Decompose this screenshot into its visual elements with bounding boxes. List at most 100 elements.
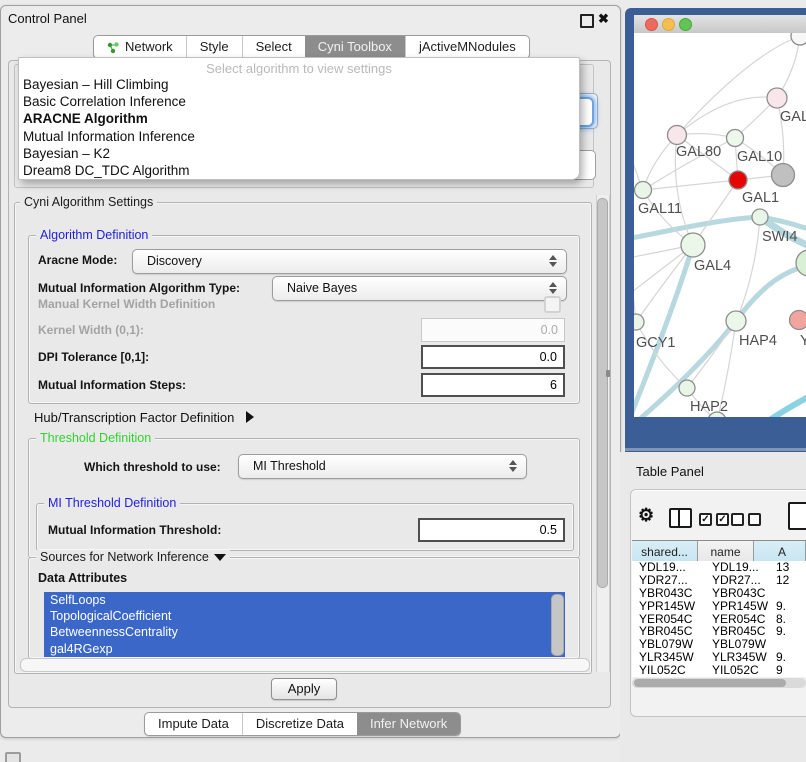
tab-infer-network[interactable]: Infer Network bbox=[357, 713, 460, 735]
table-row[interactable]: YIL052CYIL052C9 bbox=[632, 664, 806, 677]
network-edge[interactable] bbox=[677, 97, 777, 135]
network-edge[interactable] bbox=[762, 395, 806, 417]
mi-threshold-legend: MI Threshold Definition bbox=[44, 496, 180, 510]
node-label: HAP4 bbox=[739, 333, 777, 349]
minimize-traffic-light-icon[interactable] bbox=[662, 18, 675, 31]
column-header-partial[interactable]: A bbox=[754, 541, 806, 562]
table-row[interactable]: YBR045CYBR045C9. bbox=[632, 625, 806, 638]
network-node[interactable] bbox=[772, 164, 795, 187]
network-node-hap4[interactable] bbox=[726, 311, 746, 331]
which-threshold-combo[interactable]: MI Threshold bbox=[238, 454, 527, 479]
network-node-gal1[interactable] bbox=[729, 171, 747, 189]
sources-legend[interactable]: Sources for Network Inference bbox=[36, 550, 230, 564]
tab-select[interactable]: Select bbox=[242, 36, 305, 58]
attribute-item[interactable]: SelfLoops bbox=[44, 592, 565, 608]
algorithm-option[interactable]: Bayesian – Hill Climbing bbox=[19, 76, 579, 93]
table-panel-title: Table Panel bbox=[636, 464, 704, 479]
attributes-scrollbar-thumb[interactable] bbox=[551, 594, 564, 656]
table-cell: YDR27... bbox=[632, 574, 712, 587]
tab-impute-data[interactable]: Impute Data bbox=[145, 713, 242, 735]
network-node-gal80[interactable] bbox=[668, 126, 687, 145]
attribute-item[interactable]: gal4RGexp bbox=[44, 641, 565, 657]
mi-steps-label: Mutual Information Steps: bbox=[38, 378, 186, 392]
table-row[interactable]: YER054CYER054C8. bbox=[632, 613, 806, 626]
network-node[interactable] bbox=[791, 33, 806, 45]
table-row[interactable]: YDR27...YDR27...12 bbox=[632, 574, 806, 587]
table-row[interactable]: YBL079WYBL079W bbox=[632, 638, 806, 651]
network-node-gal10[interactable] bbox=[727, 130, 744, 147]
zoom-traffic-light-icon[interactable] bbox=[679, 18, 692, 31]
close-icon[interactable]: ✖ bbox=[598, 11, 609, 27]
tab-jactivemnodules[interactable]: jActiveMNodules bbox=[405, 36, 529, 58]
gear-icon[interactable]: ⚙ bbox=[638, 505, 654, 526]
tab-label: Style bbox=[200, 36, 229, 58]
node-label: GAL10 bbox=[737, 149, 782, 165]
algorithm-option[interactable]: ARACNE Algorithm bbox=[19, 110, 579, 127]
document-icon[interactable] bbox=[788, 502, 806, 530]
network-node-y[interactable] bbox=[790, 311, 806, 330]
network-edge[interactable] bbox=[636, 245, 693, 322]
aracne-mode-combo[interactable]: Discovery bbox=[132, 249, 567, 274]
tab-network[interactable]: Network bbox=[94, 36, 186, 58]
split-columns-icon[interactable] bbox=[669, 508, 692, 528]
collapsed-panel-icon[interactable] bbox=[5, 752, 21, 762]
hub-expand-arrow-icon[interactable] bbox=[246, 411, 254, 423]
manual-kernel-checkbox[interactable] bbox=[544, 296, 561, 313]
attribute-item[interactable]: BetweennessCentrality bbox=[44, 624, 565, 640]
panel-splitter-handle[interactable] bbox=[606, 370, 610, 377]
table-cell: 9 bbox=[776, 664, 806, 677]
kernel-width-field[interactable]: 0.0 bbox=[421, 318, 565, 342]
algorithm-option[interactable]: Dream8 DC_TDC Algorithm bbox=[19, 162, 579, 179]
table-cell: YIL052C bbox=[632, 664, 712, 677]
dpi-tolerance-field[interactable]: 0.0 bbox=[421, 345, 565, 369]
network-canvas[interactable]: GALGAL80GAL10GAL1GAL11SWI4GAL4GCY1HAP4YH… bbox=[634, 33, 806, 417]
node-label: SWI4 bbox=[762, 229, 797, 245]
table-row[interactable]: YLR345WYLR345W9. bbox=[632, 651, 806, 664]
table-row[interactable]: YDL19...YDL19...13 bbox=[632, 561, 806, 574]
hub-definition-label[interactable]: Hub/Transcription Factor Definition bbox=[34, 410, 254, 425]
table-cell bbox=[776, 587, 806, 600]
close-traffic-light-icon[interactable] bbox=[645, 18, 658, 31]
network-node-gal4[interactable] bbox=[681, 233, 705, 257]
table-row[interactable]: YBR043CYBR043C bbox=[632, 587, 806, 600]
network-node-swi4[interactable] bbox=[752, 209, 768, 225]
float-window-icon[interactable] bbox=[580, 14, 594, 28]
network-window-titlebar[interactable] bbox=[634, 15, 806, 34]
table-cell bbox=[776, 638, 806, 651]
network-node-hap2[interactable] bbox=[679, 380, 695, 396]
algorithm-option[interactable]: Basic Correlation Inference bbox=[19, 93, 579, 110]
mi-algorithm-type-combo[interactable]: Naive Bayes bbox=[272, 276, 567, 301]
tab-discretize-data[interactable]: Discretize Data bbox=[242, 713, 357, 735]
algorithm-option[interactable]: Mutual Information Inference bbox=[19, 128, 579, 145]
mi-algorithm-type-label: Mutual Information Algorithm Type: bbox=[38, 281, 240, 295]
data-attributes-list: SelfLoopsTopologicalCoefficientBetweenne… bbox=[44, 592, 565, 657]
tab-cyni-toolbox[interactable]: Cyni Toolbox bbox=[305, 36, 405, 58]
network-edge[interactable] bbox=[687, 321, 736, 388]
sources-collapse-arrow-icon[interactable] bbox=[214, 554, 226, 561]
network-node[interactable] bbox=[796, 250, 806, 276]
table-cell: YDL19... bbox=[632, 561, 712, 574]
network-node-gcy1[interactable] bbox=[634, 314, 644, 330]
checked-columns-icon[interactable]: ✓✓ bbox=[699, 513, 729, 526]
table-row[interactable]: YPR145WYPR145W9. bbox=[632, 600, 806, 613]
network-node-gal11[interactable] bbox=[635, 182, 652, 199]
network-node-gal[interactable] bbox=[767, 88, 787, 108]
mi-steps-field[interactable]: 6 bbox=[421, 373, 565, 397]
sources-legend-text: Sources for Network Inference bbox=[40, 550, 209, 564]
tab-style[interactable]: Style bbox=[186, 36, 242, 58]
top-tabs: Network Style SelectCyni ToolboxjActiveMNo… bbox=[93, 35, 530, 59]
unchecked-columns-icon[interactable] bbox=[731, 513, 761, 526]
combo-arrows-icon bbox=[549, 255, 557, 267]
apply-button[interactable]: Apply bbox=[271, 678, 337, 700]
attribute-item[interactable]: TopologicalCoefficient bbox=[44, 608, 565, 624]
node-label: GAL bbox=[780, 109, 806, 125]
mi-threshold-field[interactable]: 0.5 bbox=[418, 518, 565, 542]
algorithm-option[interactable]: Bayesian – K2 bbox=[19, 145, 579, 162]
column-header-shared-name[interactable]: shared... bbox=[632, 541, 698, 562]
settings-scrollbar-thumb[interactable] bbox=[597, 198, 608, 588]
column-header-name[interactable]: name bbox=[698, 541, 754, 562]
settings-horizontal-scrollbar[interactable] bbox=[20, 658, 590, 672]
aracne-mode-value: Discovery bbox=[147, 254, 202, 268]
table-scrollbar-thumb[interactable] bbox=[634, 679, 786, 687]
table-cell: 9. bbox=[776, 651, 806, 664]
